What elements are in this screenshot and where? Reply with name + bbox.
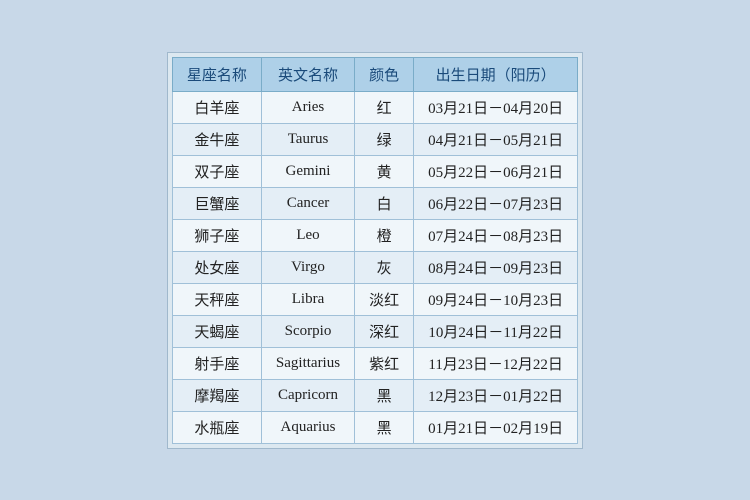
table-cell-10-3: 01月21日－02月19日 (414, 411, 578, 443)
table-cell-9-2: 黑 (355, 379, 414, 411)
table-row: 白羊座Aries红03月21日－04月20日 (172, 91, 577, 123)
table-cell-7-3: 10月24日－11月22日 (414, 315, 578, 347)
table-header-2: 颜色 (355, 57, 414, 91)
table-cell-0-0: 白羊座 (172, 91, 261, 123)
table-row: 巨蟹座Cancer白06月22日－07月23日 (172, 187, 577, 219)
table-cell-5-0: 处女座 (172, 251, 261, 283)
table-cell-2-1: Gemini (261, 155, 354, 187)
table-cell-8-1: Sagittarius (261, 347, 354, 379)
table-cell-4-2: 橙 (355, 219, 414, 251)
table-cell-2-3: 05月22日－06月21日 (414, 155, 578, 187)
table-header-0: 星座名称 (172, 57, 261, 91)
table-row: 天秤座Libra淡红09月24日－10月23日 (172, 283, 577, 315)
table-cell-3-1: Cancer (261, 187, 354, 219)
table-cell-9-3: 12月23日－01月22日 (414, 379, 578, 411)
table-cell-10-0: 水瓶座 (172, 411, 261, 443)
table-header-3: 出生日期（阳历） (414, 57, 578, 91)
table-cell-6-2: 淡红 (355, 283, 414, 315)
table-cell-7-0: 天蝎座 (172, 315, 261, 347)
table-cell-8-3: 11月23日－12月22日 (414, 347, 578, 379)
table-cell-5-2: 灰 (355, 251, 414, 283)
table-cell-4-1: Leo (261, 219, 354, 251)
table-row: 双子座Gemini黄05月22日－06月21日 (172, 155, 577, 187)
table-cell-10-2: 黑 (355, 411, 414, 443)
table-cell-0-2: 红 (355, 91, 414, 123)
table-row: 处女座Virgo灰08月24日－09月23日 (172, 251, 577, 283)
table-row: 天蝎座Scorpio深红10月24日－11月22日 (172, 315, 577, 347)
table-cell-2-2: 黄 (355, 155, 414, 187)
table-cell-4-3: 07月24日－08月23日 (414, 219, 578, 251)
table-cell-0-3: 03月21日－04月20日 (414, 91, 578, 123)
table-cell-5-3: 08月24日－09月23日 (414, 251, 578, 283)
table-cell-0-1: Aries (261, 91, 354, 123)
table-cell-9-1: Capricorn (261, 379, 354, 411)
table-cell-1-0: 金牛座 (172, 123, 261, 155)
table-cell-6-0: 天秤座 (172, 283, 261, 315)
table-header-row: 星座名称英文名称颜色出生日期（阳历） (172, 57, 577, 91)
table-cell-6-3: 09月24日－10月23日 (414, 283, 578, 315)
table-cell-1-1: Taurus (261, 123, 354, 155)
table-cell-8-2: 紫红 (355, 347, 414, 379)
zodiac-table: 星座名称英文名称颜色出生日期（阳历） 白羊座Aries红03月21日－04月20… (172, 57, 578, 444)
table-row: 金牛座Taurus绿04月21日－05月21日 (172, 123, 577, 155)
table-cell-2-0: 双子座 (172, 155, 261, 187)
table-row: 狮子座Leo橙07月24日－08月23日 (172, 219, 577, 251)
table-cell-3-2: 白 (355, 187, 414, 219)
table-row: 水瓶座Aquarius黑01月21日－02月19日 (172, 411, 577, 443)
table-cell-3-0: 巨蟹座 (172, 187, 261, 219)
table-header-1: 英文名称 (261, 57, 354, 91)
table-cell-5-1: Virgo (261, 251, 354, 283)
table-cell-7-1: Scorpio (261, 315, 354, 347)
table-cell-9-0: 摩羯座 (172, 379, 261, 411)
table-cell-1-2: 绿 (355, 123, 414, 155)
table-cell-10-1: Aquarius (261, 411, 354, 443)
table-cell-4-0: 狮子座 (172, 219, 261, 251)
table-cell-8-0: 射手座 (172, 347, 261, 379)
table-cell-1-3: 04月21日－05月21日 (414, 123, 578, 155)
table-cell-3-3: 06月22日－07月23日 (414, 187, 578, 219)
zodiac-table-container: 星座名称英文名称颜色出生日期（阳历） 白羊座Aries红03月21日－04月20… (167, 52, 583, 449)
table-row: 摩羯座Capricorn黑12月23日－01月22日 (172, 379, 577, 411)
table-cell-6-1: Libra (261, 283, 354, 315)
table-row: 射手座Sagittarius紫红11月23日－12月22日 (172, 347, 577, 379)
table-cell-7-2: 深红 (355, 315, 414, 347)
